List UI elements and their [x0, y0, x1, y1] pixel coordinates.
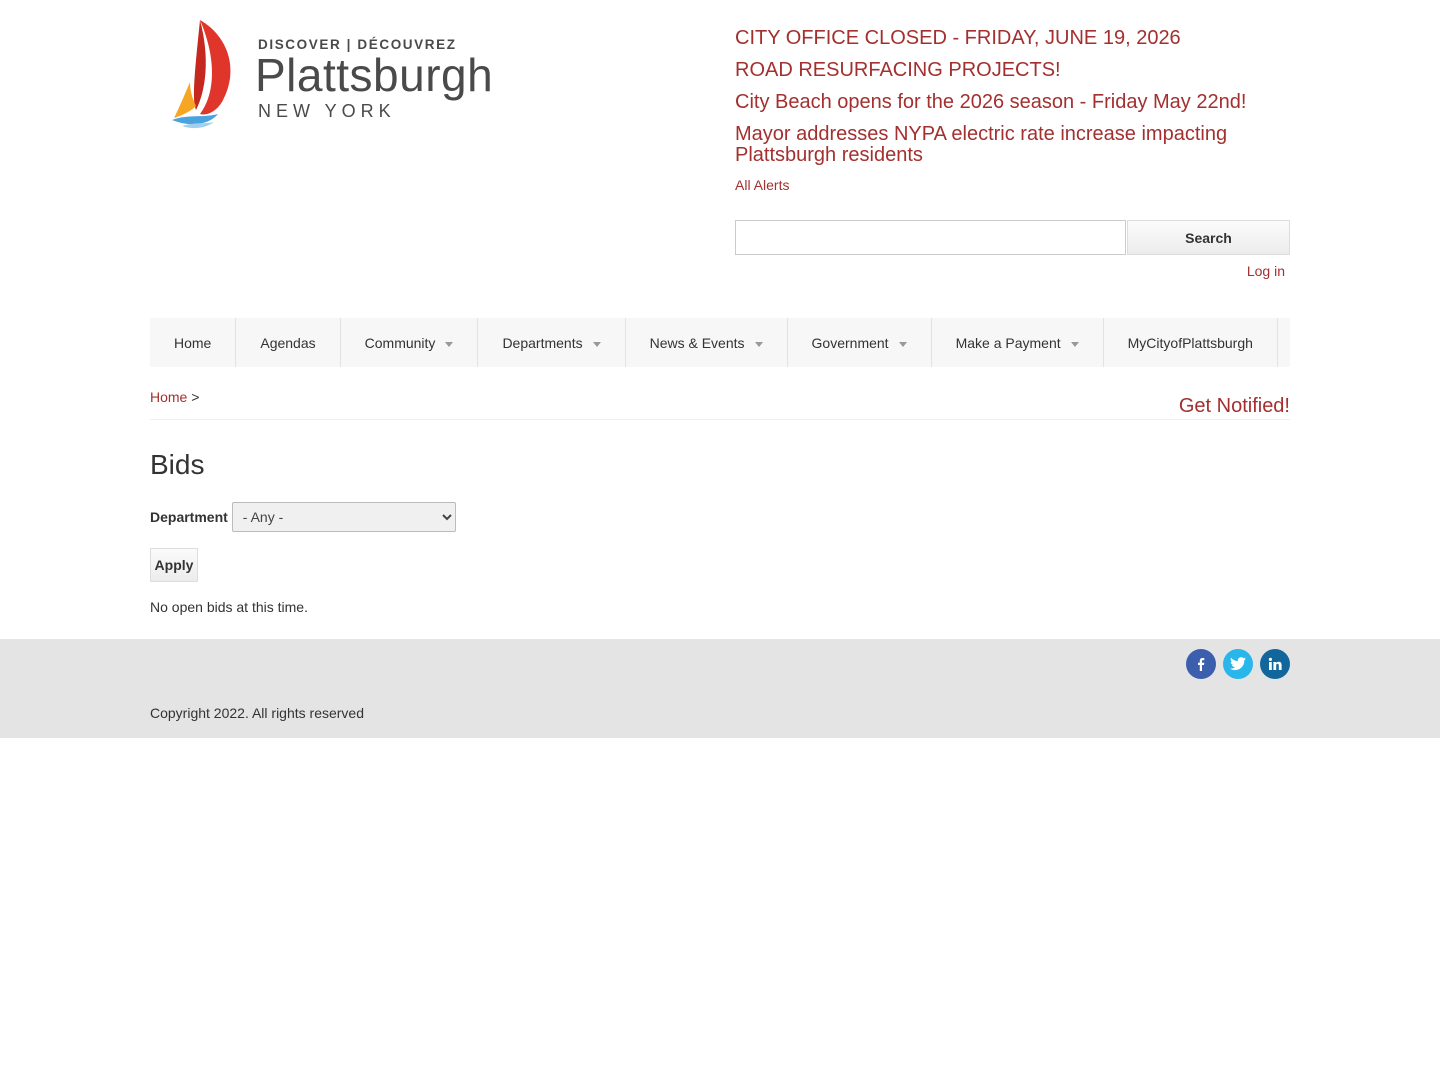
page-title: Bids	[150, 449, 205, 480]
nav-item-label: Agendas	[260, 334, 316, 351]
nav-item-agendas[interactable]: Agendas	[236, 318, 341, 367]
nav-item-mycityofplattsburgh[interactable]: MyCityofPlattsburgh	[1104, 318, 1278, 367]
sail-logo-icon	[172, 20, 231, 129]
nav-item-government[interactable]: Government	[788, 318, 932, 367]
caret-down-icon	[898, 341, 907, 347]
breadcrumb-home-link[interactable]: Home	[150, 389, 187, 405]
search-form: Search	[735, 220, 1290, 255]
empty-message: No open bids at this time.	[150, 599, 308, 615]
nav-item-label: Government	[811, 334, 889, 351]
alert-link[interactable]: CITY OFFICE CLOSED - FRIDAY, JUNE 19, 20…	[735, 28, 1290, 49]
login-link[interactable]: Log in	[1247, 263, 1285, 279]
nav-item-label: Home	[174, 334, 212, 351]
alert-link[interactable]: City Beach opens for the 2026 season - F…	[735, 92, 1290, 113]
nav-item-departments[interactable]: Departments	[478, 318, 626, 367]
logo-region: NEW YORK	[258, 101, 396, 121]
copyright-text: Copyright 2022. All rights reserved	[150, 705, 364, 721]
nav-item-label: Departments	[502, 334, 583, 351]
social-links	[1186, 649, 1290, 679]
search-input[interactable]	[735, 220, 1126, 255]
get-notified-link[interactable]: Get Notified!	[1179, 395, 1290, 418]
caret-down-icon	[445, 341, 454, 347]
nav-item-label: Make a Payment	[955, 334, 1061, 351]
nav-item-label: Community	[364, 334, 436, 351]
site-footer: Copyright 2022. All rights reserved	[0, 639, 1440, 738]
logo-wordmark: Plattsburgh	[255, 49, 494, 101]
breadcrumb-bar: Home > Get Notified!	[150, 367, 1290, 420]
alerts-list: CITY OFFICE CLOSED - FRIDAY, JUNE 19, 20…	[735, 28, 1290, 194]
apply-button[interactable]: Apply	[150, 548, 198, 582]
nav-item-news-events[interactable]: News & Events	[626, 318, 788, 367]
breadcrumb-separator: >	[191, 389, 200, 405]
breadcrumb: Home >	[150, 389, 199, 405]
linkedin-icon[interactable]	[1260, 649, 1290, 679]
page-container: DISCOVER | DÉCOUVREZ Plattsburgh NEW YOR…	[150, 0, 1290, 621]
all-alerts-link[interactable]: All Alerts	[735, 177, 1290, 193]
department-label: Department	[150, 509, 228, 525]
nav-item-community[interactable]: Community	[341, 318, 479, 367]
search-button[interactable]: Search	[1127, 220, 1290, 255]
site-header: DISCOVER | DÉCOUVREZ Plattsburgh NEW YOR…	[150, 0, 1290, 318]
alert-link[interactable]: Mayor addresses NYPA electric rate incre…	[735, 124, 1290, 166]
caret-down-icon	[754, 341, 763, 347]
nav-item-label: News & Events	[649, 334, 745, 351]
main-nav: Home Agendas Community Departments News …	[150, 318, 1290, 367]
twitter-icon[interactable]	[1223, 649, 1253, 679]
caret-down-icon	[592, 341, 601, 347]
facebook-icon[interactable]	[1186, 649, 1216, 679]
nav-item-make-a-payment[interactable]: Make a Payment	[932, 318, 1104, 367]
nav-item-label: MyCityofPlattsburgh	[1127, 334, 1253, 351]
department-select[interactable]: - Any -	[231, 502, 456, 532]
caret-down-icon	[1070, 341, 1079, 347]
department-filter: Department - Any -	[150, 502, 1290, 532]
nav-item-home[interactable]: Home	[150, 318, 237, 367]
site-logo[interactable]: DISCOVER | DÉCOUVREZ Plattsburgh NEW YOR…	[170, 18, 510, 130]
alert-link[interactable]: ROAD RESURFACING PROJECTS!	[735, 60, 1290, 81]
